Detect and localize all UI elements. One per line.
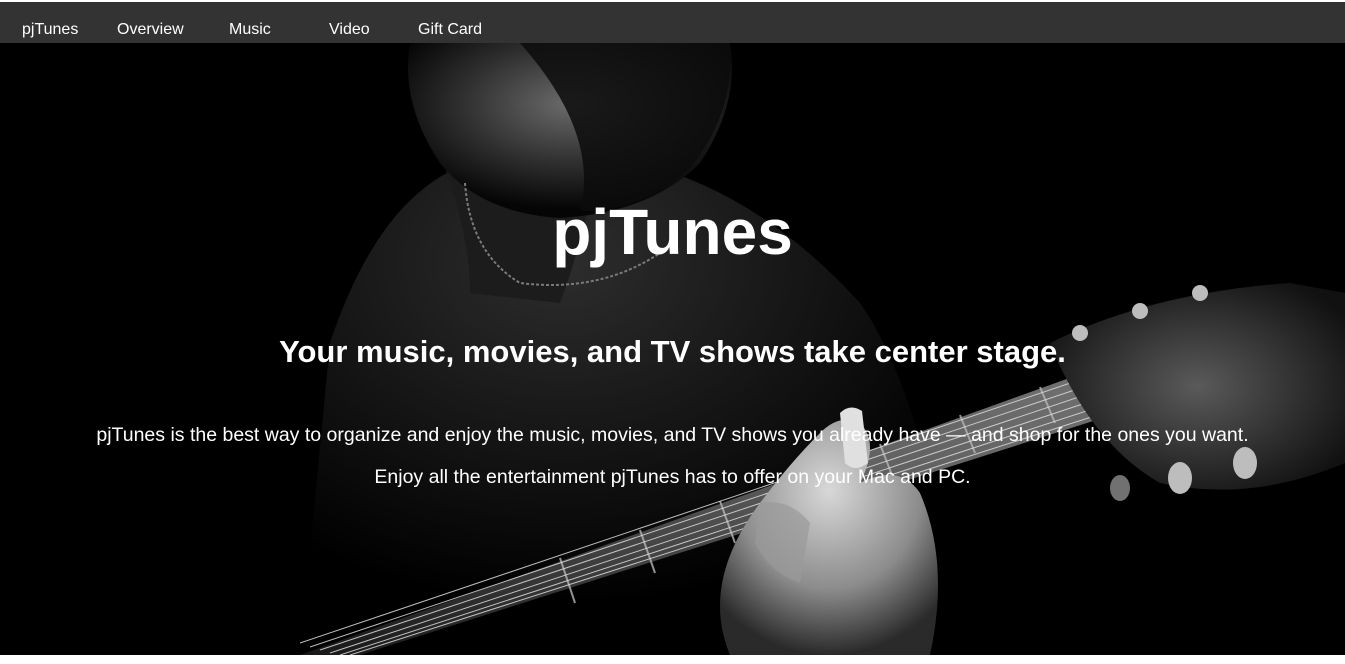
hero-title: pjTunes xyxy=(552,196,793,268)
nav-brand-link[interactable]: pjTunes xyxy=(22,20,78,40)
nav-item-gift-card[interactable]: Gift Card xyxy=(418,20,482,40)
nav-item-video[interactable]: Video xyxy=(329,20,370,40)
hero-subtitle: Your music, movies, and TV shows take ce… xyxy=(279,334,1066,369)
hero-description: pjTunes is the best way to organize and … xyxy=(96,424,1249,488)
nav-item-overview[interactable]: Overview xyxy=(117,20,184,40)
hero-section: pjTunes Your music, movies, and TV shows… xyxy=(0,43,1345,655)
top-navigation-bar: pjTunes Overview Music Video Gift Card xyxy=(0,2,1345,43)
main-nav: pjTunes Overview Music Video Gift Card xyxy=(0,2,1345,43)
nav-item-music[interactable]: Music xyxy=(229,20,271,40)
page-bottom-edge xyxy=(0,655,1345,664)
